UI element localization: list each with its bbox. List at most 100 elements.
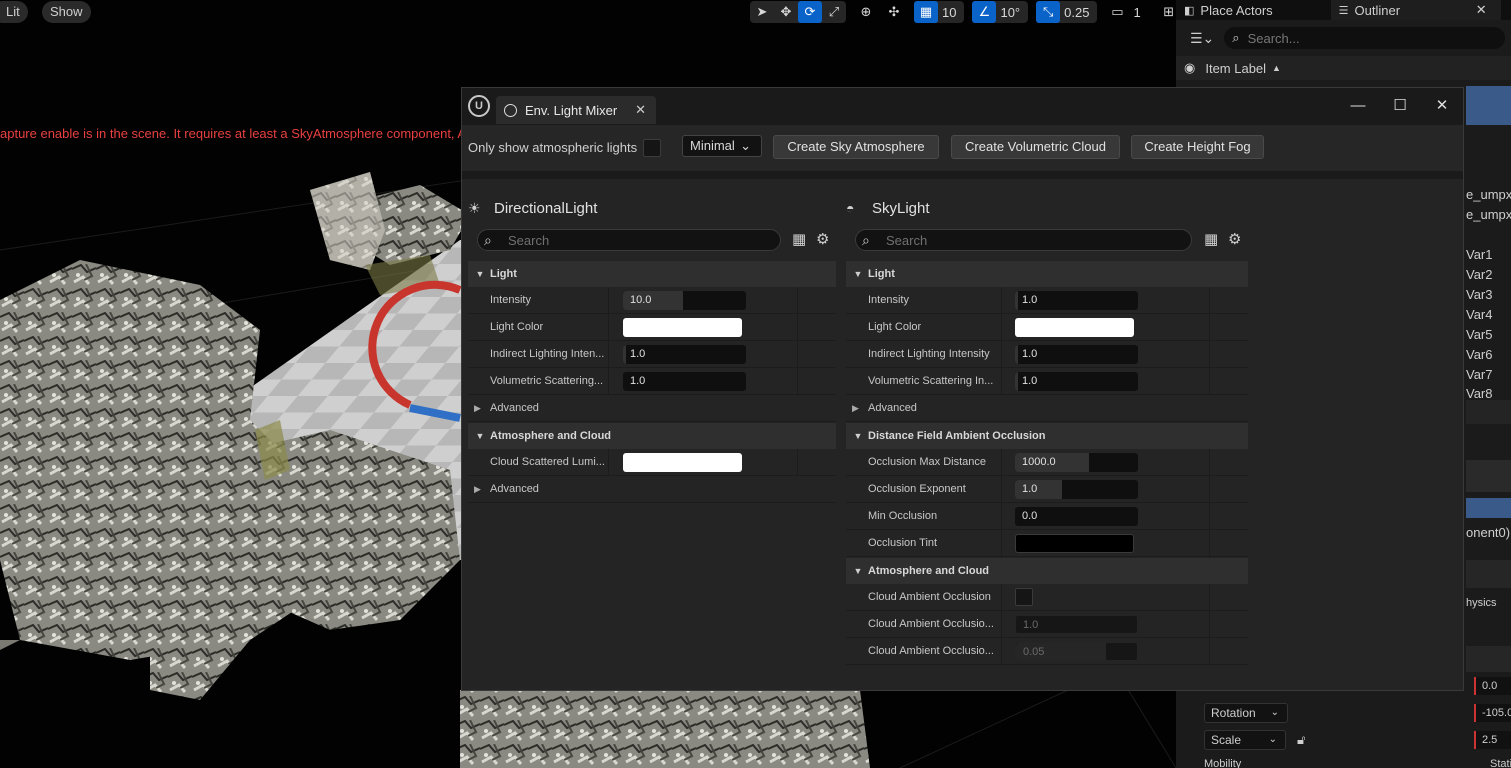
table-view-icon[interactable]: ▦ [792,230,806,248]
surface-snap-icon[interactable]: ✣ [882,1,906,23]
camera-speed-group: ▭ 1 [1105,1,1148,23]
rotation-snap-value[interactable]: 10° [996,5,1028,20]
component-selected-row[interactable] [1466,498,1511,518]
tab-outliner[interactable]: ☰ Outliner ✕ [1330,0,1501,20]
category-atmosphere-cloud[interactable]: ▼ Atmosphere and Cloud [468,423,836,449]
view-mode-dropdown[interactable]: Minimal ⌄ [682,135,762,157]
window-close-icon[interactable]: ✕ [1432,96,1452,116]
close-icon[interactable]: ✕ [1470,2,1493,18]
min-occlusion-field[interactable]: 0.0 [1015,507,1138,526]
occlusion-tint-swatch[interactable] [1015,534,1134,553]
maximize-icon[interactable]: ☐ [1390,96,1410,116]
tab-env-light-mixer[interactable]: Env. Light Mixer ✕ [496,96,656,124]
advanced-row[interactable]: ▶ Advanced [468,395,836,422]
minimize-icon[interactable]: — [1348,96,1368,116]
volumetric-scattering-field[interactable]: 1.0 [1015,372,1138,391]
outliner-item[interactable]: e_umpx [1466,187,1511,202]
column-divider [1209,314,1210,340]
expand-arrow-icon: ▶ [474,403,481,413]
advanced-row[interactable]: ▶ Advanced [468,476,836,503]
outliner-item[interactable]: Var4 [1466,307,1493,322]
scale-mode-icon[interactable]: ⤢ [822,1,846,23]
property-row-occlusion-exponent: Occlusion Exponent 1.0 [846,476,1248,503]
mobility-value[interactable]: Stati [1490,758,1511,768]
view-mode-button[interactable]: Lit [0,1,28,23]
grid-snap-value[interactable]: 10 [938,5,964,20]
intensity-field[interactable]: 10.0 [623,291,746,310]
table-view-icon[interactable]: ▦ [1204,230,1218,248]
window-title-bar[interactable]: U Env. Light Mixer ✕ — ☐ ✕ [462,88,1463,124]
settings-gear-icon[interactable]: ⚙ [816,230,829,248]
occlusion-max-distance-label: Occlusion Max Distance [868,456,986,468]
camera-speed-value[interactable]: 1 [1129,5,1148,20]
outliner-column-header[interactable]: ◉ Item Label ▲ [1176,56,1511,80]
grid-snap-icon[interactable]: ▦ [914,1,938,23]
rotation-dropdown[interactable]: Rotation ⌄ [1204,703,1288,723]
location-field[interactable]: 0.0 [1474,677,1511,695]
outliner-item[interactable]: Var6 [1466,347,1493,362]
scale-snap-group: ⤡ 0.25 [1036,1,1098,23]
rotation-field[interactable]: -105.0 [1474,704,1511,722]
advanced-row[interactable]: ▶ Advanced [846,395,1248,422]
indirect-lighting-field[interactable]: 1.0 [1015,345,1138,364]
min-occlusion-label: Min Occlusion [868,510,938,522]
filter-icon[interactable]: ☰⌄ [1190,30,1214,47]
scale-field[interactable]: 2.5 [1474,731,1511,749]
skylight-search-input[interactable]: ⌕ Search [855,229,1192,251]
tab-place-actors[interactable]: ◧ Place Actors [1176,0,1281,20]
collapse-arrow-icon: ▼ [853,431,863,441]
intensity-field[interactable]: 1.0 [1015,291,1138,310]
outliner-selected-row[interactable] [1466,86,1511,106]
category-light[interactable]: ▼ Light [468,261,836,287]
outliner-item[interactable]: Var3 [1466,287,1493,302]
outliner-selected-row[interactable] [1466,105,1511,125]
lock-icon[interactable]: 🔓︎ [1297,732,1305,748]
camera-icon[interactable]: ▭ [1105,1,1129,23]
sky-light-icon: ◓ [846,200,855,216]
component-row[interactable]: onent0) [1466,525,1510,540]
category-dfao[interactable]: ▼ Distance Field Ambient Occlusion [846,423,1248,449]
scale-snap-icon[interactable]: ⤡ [1036,1,1061,23]
collapse-arrow-icon: ▼ [475,269,485,279]
rotation-snap-icon[interactable]: ∠ [972,1,997,23]
cloud-luminance-swatch[interactable] [623,453,742,472]
occlusion-max-distance-field[interactable]: 1000.0 [1015,453,1138,472]
cloud-ambient-occlusion-checkbox[interactable] [1015,588,1033,606]
light-color-swatch[interactable] [623,318,742,337]
outliner-item[interactable]: Var5 [1466,327,1493,342]
rotate-mode-icon[interactable]: ⟳ [798,1,822,23]
outliner-item[interactable]: Var7 [1466,367,1493,382]
category-light[interactable]: ▼ Light [846,261,1248,287]
indirect-lighting-field[interactable]: 1.0 [623,345,746,364]
show-menu-button[interactable]: Show [42,1,91,23]
category-atmosphere-cloud[interactable]: ▼ Atmosphere and Cloud [846,558,1248,584]
scale-dropdown[interactable]: Scale ⌄ [1204,730,1286,750]
unreal-logo-icon: U [468,95,490,117]
outliner-item[interactable]: Var1 [1466,247,1493,262]
settings-gear-icon[interactable]: ⚙ [1228,230,1241,248]
physics-category[interactable]: hysics [1466,597,1497,609]
directional-search-input[interactable]: ⌕ Search [477,229,781,251]
tab-close-icon[interactable]: ✕ [635,102,646,118]
scale-snap-value[interactable]: 0.25 [1060,5,1097,20]
create-volumetric-cloud-button[interactable]: Create Volumetric Cloud [951,135,1120,159]
cloud-scattered-luminance-label: Cloud Scattered Lumi... [490,456,605,468]
column-divider [1001,584,1002,610]
outliner-search-input[interactable]: ⌕ Search... [1224,27,1505,49]
volumetric-scattering-field[interactable]: 1.0 [623,372,746,391]
outliner-item[interactable]: Var2 [1466,267,1493,282]
occlusion-exponent-field[interactable]: 1.0 [1015,480,1138,499]
outliner-item[interactable]: e_umpx [1466,207,1511,222]
translate-mode-icon[interactable]: ✥ [774,1,798,23]
property-row-cloud-ao: Cloud Ambient Occlusion [846,584,1248,611]
create-height-fog-button[interactable]: Create Height Fog [1131,135,1264,159]
column-divider [1209,611,1210,637]
select-mode-icon[interactable]: ➤ [750,1,774,23]
world-space-icon[interactable]: ⊕ [854,1,878,23]
viewport-layout-icon[interactable]: ⊞ [1157,1,1176,23]
create-sky-atmosphere-button[interactable]: Create Sky Atmosphere [773,135,939,159]
only-atmospheric-checkbox[interactable] [643,139,661,157]
light-color-swatch[interactable] [1015,318,1134,337]
outliner-item[interactable]: Var8 [1466,386,1493,398]
visibility-eye-icon[interactable]: ◉ [1184,60,1195,76]
